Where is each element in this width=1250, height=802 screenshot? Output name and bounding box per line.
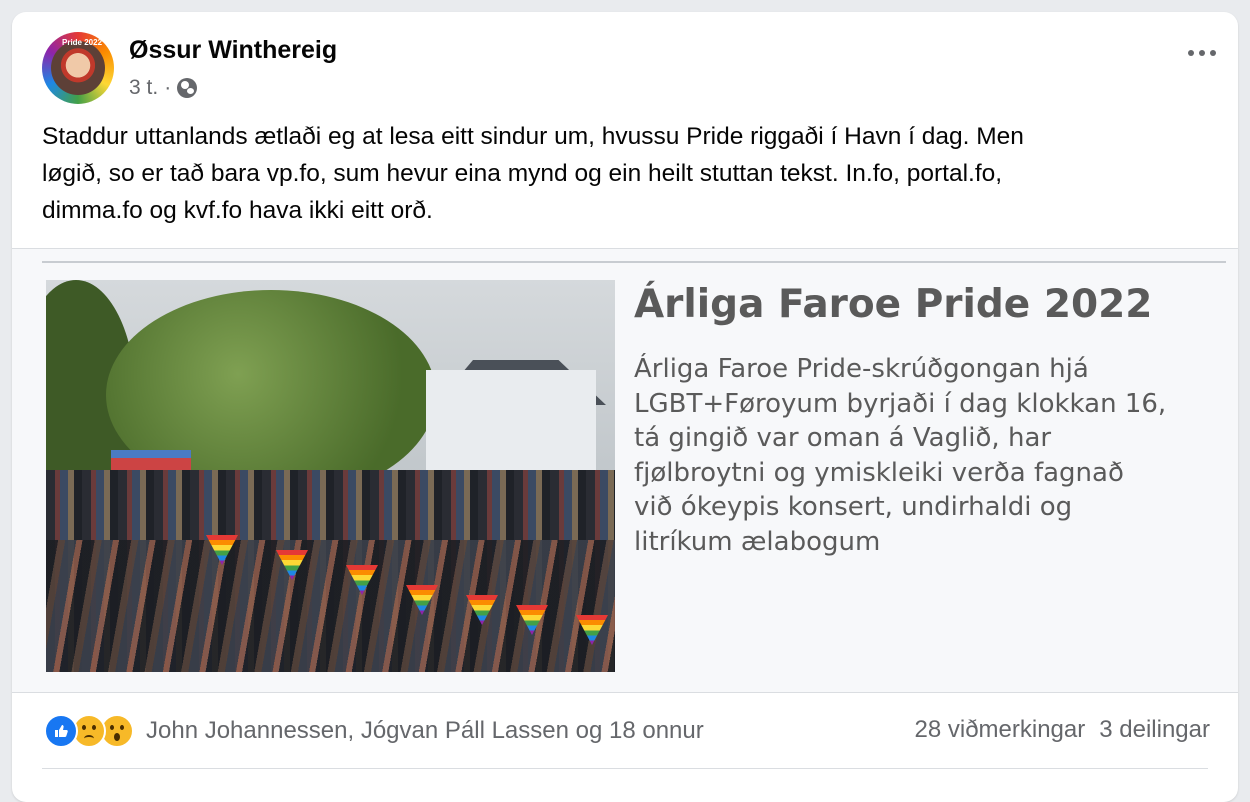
author-name[interactable]: Øssur Winthereig: [129, 36, 337, 65]
post-time[interactable]: 3 t.: [129, 76, 158, 100]
thumbs-up-icon: [55, 725, 68, 737]
divider: [42, 768, 1208, 769]
dot-icon: [1210, 50, 1216, 56]
reactors-text[interactable]: John Johannessen, Jógvan Páll Lassen og …: [146, 717, 704, 745]
post-text-line: løgið, so er tað bara vp.fo, sum hevur e…: [42, 160, 1003, 187]
description-line: Árliga Faroe Pride-skrúðgongan hjá: [634, 354, 1089, 384]
link-preview-title[interactable]: Árliga Faroe Pride 2022: [634, 282, 1152, 327]
author-avatar[interactable]: Pride 2022: [42, 32, 114, 104]
meta-separator: ·: [164, 76, 172, 99]
divider: [12, 692, 1238, 693]
comments-count[interactable]: 28 viðmerkingar: [915, 716, 1086, 744]
link-preview-description: Árliga Faroe Pride-skrúðgongan hjá LGBT+…: [634, 352, 1230, 559]
post-text-line: dimma.fo og kvf.fo hava ikki eitt orð.: [42, 197, 433, 224]
description-line: við ókeypis konsert, undirhaldi og: [634, 492, 1073, 522]
globe-icon[interactable]: [177, 78, 198, 98]
post-card: Pride 2022 Øssur Winthereig 3 t. · Stadd…: [12, 12, 1238, 802]
post-text-line: Staddur uttanlands ætlaði eg at lesa eit…: [42, 123, 1024, 150]
like-icon[interactable]: [44, 714, 78, 748]
description-line: LGBT+Føroyum byrjaði í dag klokkan 16,: [634, 388, 1167, 419]
dot-icon: [1188, 50, 1194, 56]
description-line: tá gingið var oman á Vaglið, har: [634, 423, 1052, 453]
more-options-button[interactable]: [1188, 50, 1216, 56]
link-preview-border: [42, 261, 1226, 263]
dot-icon: [1199, 50, 1205, 56]
post-meta: 3 t. ·: [129, 76, 198, 100]
link-preview-image[interactable]: [46, 280, 615, 672]
reactions-summary[interactable]: John Johannessen, Jógvan Páll Lassen og …: [44, 714, 704, 748]
shares-count[interactable]: 3 deilingar: [1099, 716, 1210, 744]
description-line: fjølbroytni og ymiskleiki verða fagnað: [634, 457, 1124, 488]
description-line: litríkum ælabogum: [634, 526, 881, 557]
post-text: Staddur uttanlands ætlaði eg at lesa eit…: [42, 118, 1202, 229]
avatar-frame-text: Pride 2022: [62, 38, 103, 47]
engagement-counts: 28 viðmerkingar 3 deilingar: [915, 716, 1211, 744]
avatar-photo: [51, 41, 105, 95]
photo-house: [426, 370, 596, 480]
